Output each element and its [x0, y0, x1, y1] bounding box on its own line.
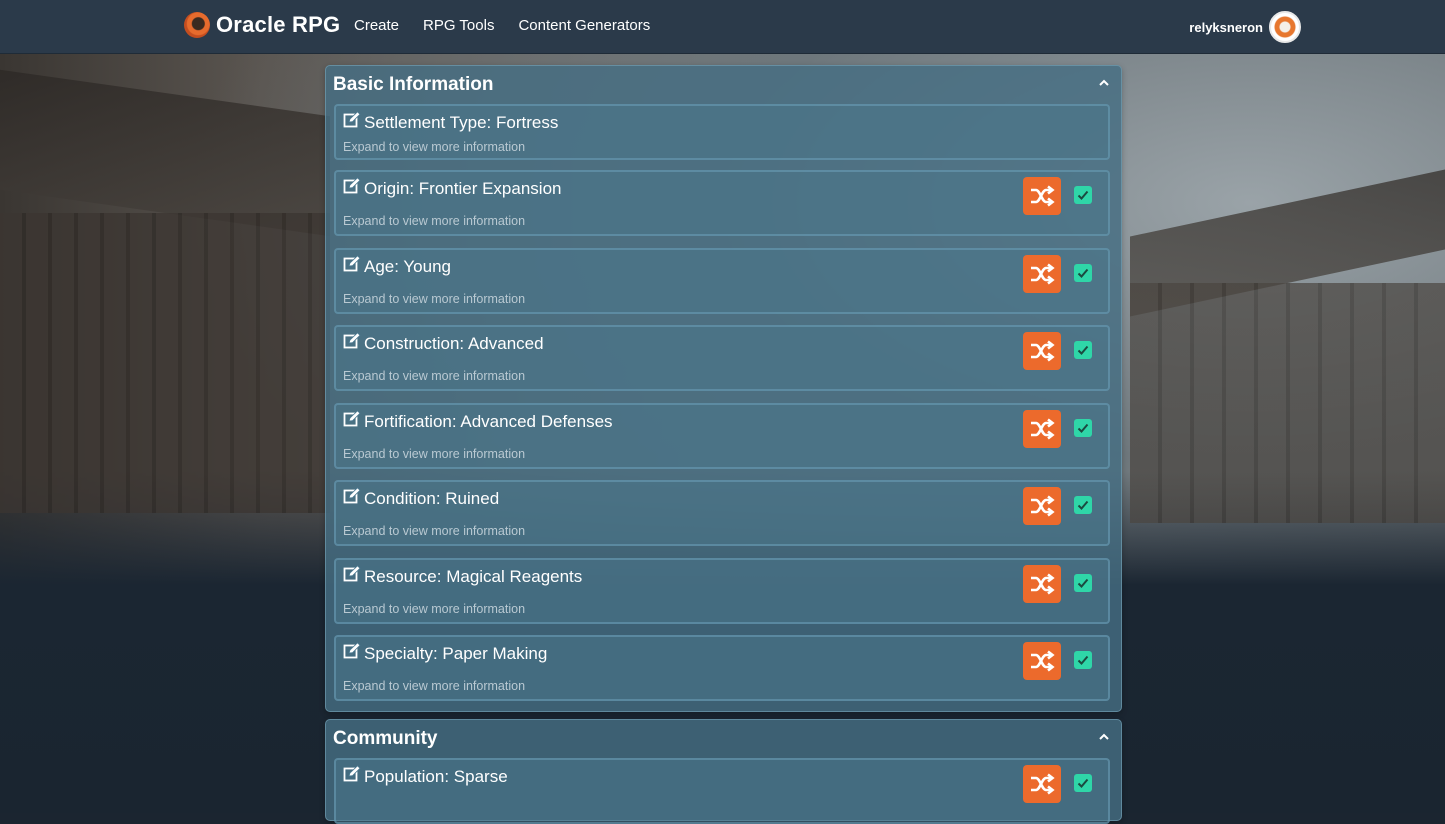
include-checkbox[interactable] [1074, 651, 1092, 669]
nav-content-generators[interactable]: Content Generators [518, 17, 650, 34]
include-checkbox[interactable] [1074, 263, 1092, 282]
attribute-label: Settlement Type: Fortress [364, 113, 559, 132]
shuffle-button[interactable] [1023, 332, 1061, 370]
include-checkbox[interactable] [1074, 341, 1092, 359]
expand-hint: Expand to view more information [343, 601, 526, 616]
community-panel: Community Population: Sparse [325, 719, 1122, 824]
checkbox-checked-icon [1077, 578, 1089, 588]
edit-icon[interactable] [343, 332, 361, 350]
checkbox-checked-icon [1077, 268, 1089, 278]
checkbox-checked-icon [1077, 778, 1089, 788]
attribute-label: Origin: Frontier Expansion [364, 179, 562, 198]
edit-icon[interactable] [343, 487, 361, 505]
edit-icon[interactable] [343, 111, 361, 129]
shuffle-button[interactable] [1023, 765, 1061, 803]
checkbox-checked-icon [1077, 500, 1089, 510]
username: relyksneron [1189, 19, 1263, 35]
attribute-label: Construction: Advanced [364, 334, 544, 353]
attribute-item[interactable]: Fortification: Advanced Defenses Expand … [334, 402, 1110, 469]
attribute-item[interactable]: Construction: Advanced Expand to view mo… [334, 325, 1110, 391]
edit-icon[interactable] [343, 177, 361, 195]
nav-links: Create RPG Tools Content Generators [354, 17, 650, 34]
attribute-item[interactable]: Specialty: Paper Making Expand to view m… [334, 635, 1110, 701]
expand-hint: Expand to view more information [343, 214, 526, 228]
edit-icon[interactable] [343, 642, 361, 660]
expand-hint: Expand to view more information [343, 291, 526, 306]
shuffle-icon [1031, 417, 1055, 440]
shuffle-button[interactable] [1023, 487, 1061, 525]
nav-create[interactable]: Create [354, 17, 399, 34]
brand-name: Oracle RPG [216, 12, 341, 37]
include-checkbox[interactable] [1074, 418, 1092, 437]
panel-title[interactable]: Basic Information [333, 74, 493, 96]
attribute-item[interactable]: Origin: Frontier Expansion Expand to vie… [334, 170, 1110, 236]
include-checkbox[interactable] [1074, 496, 1092, 514]
nav-rpg-tools[interactable]: RPG Tools [423, 17, 494, 34]
expand-hint: Expand to view more information [343, 369, 526, 383]
chevron-up-icon[interactable] [1097, 76, 1111, 90]
background-wall-right [1130, 283, 1445, 523]
user-menu[interactable]: relyksneron [1189, 11, 1301, 43]
shuffle-icon [1031, 262, 1055, 285]
expand-hint: Expand to view more information [343, 679, 526, 693]
expand-hint: Expand to view more information [343, 140, 526, 154]
shuffle-button[interactable] [1023, 409, 1061, 448]
attribute-label: Fortification: Advanced Defenses [364, 411, 613, 431]
basic-information-panel: Basic Information Settlement Type: Fortr… [325, 65, 1122, 712]
checkbox-checked-icon [1077, 190, 1089, 200]
chevron-up-icon[interactable] [1097, 730, 1111, 744]
attribute-item[interactable]: Settlement Type: Fortress Expand to view… [334, 104, 1110, 160]
panel-title[interactable]: Community [333, 728, 438, 750]
brand[interactable]: Oracle RPG [184, 12, 340, 38]
shuffle-icon [1031, 495, 1055, 517]
attribute-item[interactable]: Age: Young Expand to view more informati… [334, 247, 1110, 314]
shuffle-button[interactable] [1023, 564, 1061, 603]
shuffle-icon [1031, 340, 1055, 362]
avatar[interactable] [1269, 11, 1301, 43]
include-checkbox[interactable] [1074, 774, 1092, 792]
checkbox-checked-icon [1077, 423, 1089, 433]
attribute-item[interactable]: Condition: Ruined Expand to view more in… [334, 480, 1110, 546]
shuffle-icon [1031, 773, 1055, 795]
attribute-label: Condition: Ruined [364, 489, 500, 508]
attribute-label: Specialty: Paper Making [364, 644, 548, 663]
edit-icon[interactable] [343, 409, 361, 428]
include-checkbox[interactable] [1074, 573, 1092, 592]
checkbox-checked-icon [1077, 345, 1089, 355]
shuffle-button[interactable] [1023, 642, 1061, 680]
oracle-logo-icon [184, 12, 210, 38]
edit-icon[interactable] [343, 254, 361, 273]
top-navbar: Oracle RPG Create RPG Tools Content Gene… [0, 0, 1445, 54]
include-checkbox[interactable] [1074, 186, 1092, 204]
attribute-label: Age: Young [364, 256, 451, 276]
checkbox-checked-icon [1077, 655, 1089, 665]
edit-icon[interactable] [343, 564, 361, 583]
attribute-item[interactable]: Resource: Magical Reagents Expand to vie… [334, 557, 1110, 624]
edit-icon[interactable] [343, 765, 361, 783]
background-roof-left [0, 69, 330, 237]
shuffle-icon [1031, 650, 1055, 672]
attribute-label: Population: Sparse [364, 767, 508, 786]
shuffle-button[interactable] [1023, 254, 1061, 293]
attribute-label: Resource: Magical Reagents [364, 566, 583, 586]
background-wall-left [0, 213, 330, 513]
attribute-item[interactable]: Population: Sparse [334, 758, 1110, 824]
shuffle-button[interactable] [1023, 177, 1061, 215]
expand-hint: Expand to view more information [343, 446, 526, 461]
expand-hint: Expand to view more information [343, 524, 526, 538]
shuffle-icon [1031, 185, 1055, 207]
shuffle-icon [1031, 572, 1055, 595]
